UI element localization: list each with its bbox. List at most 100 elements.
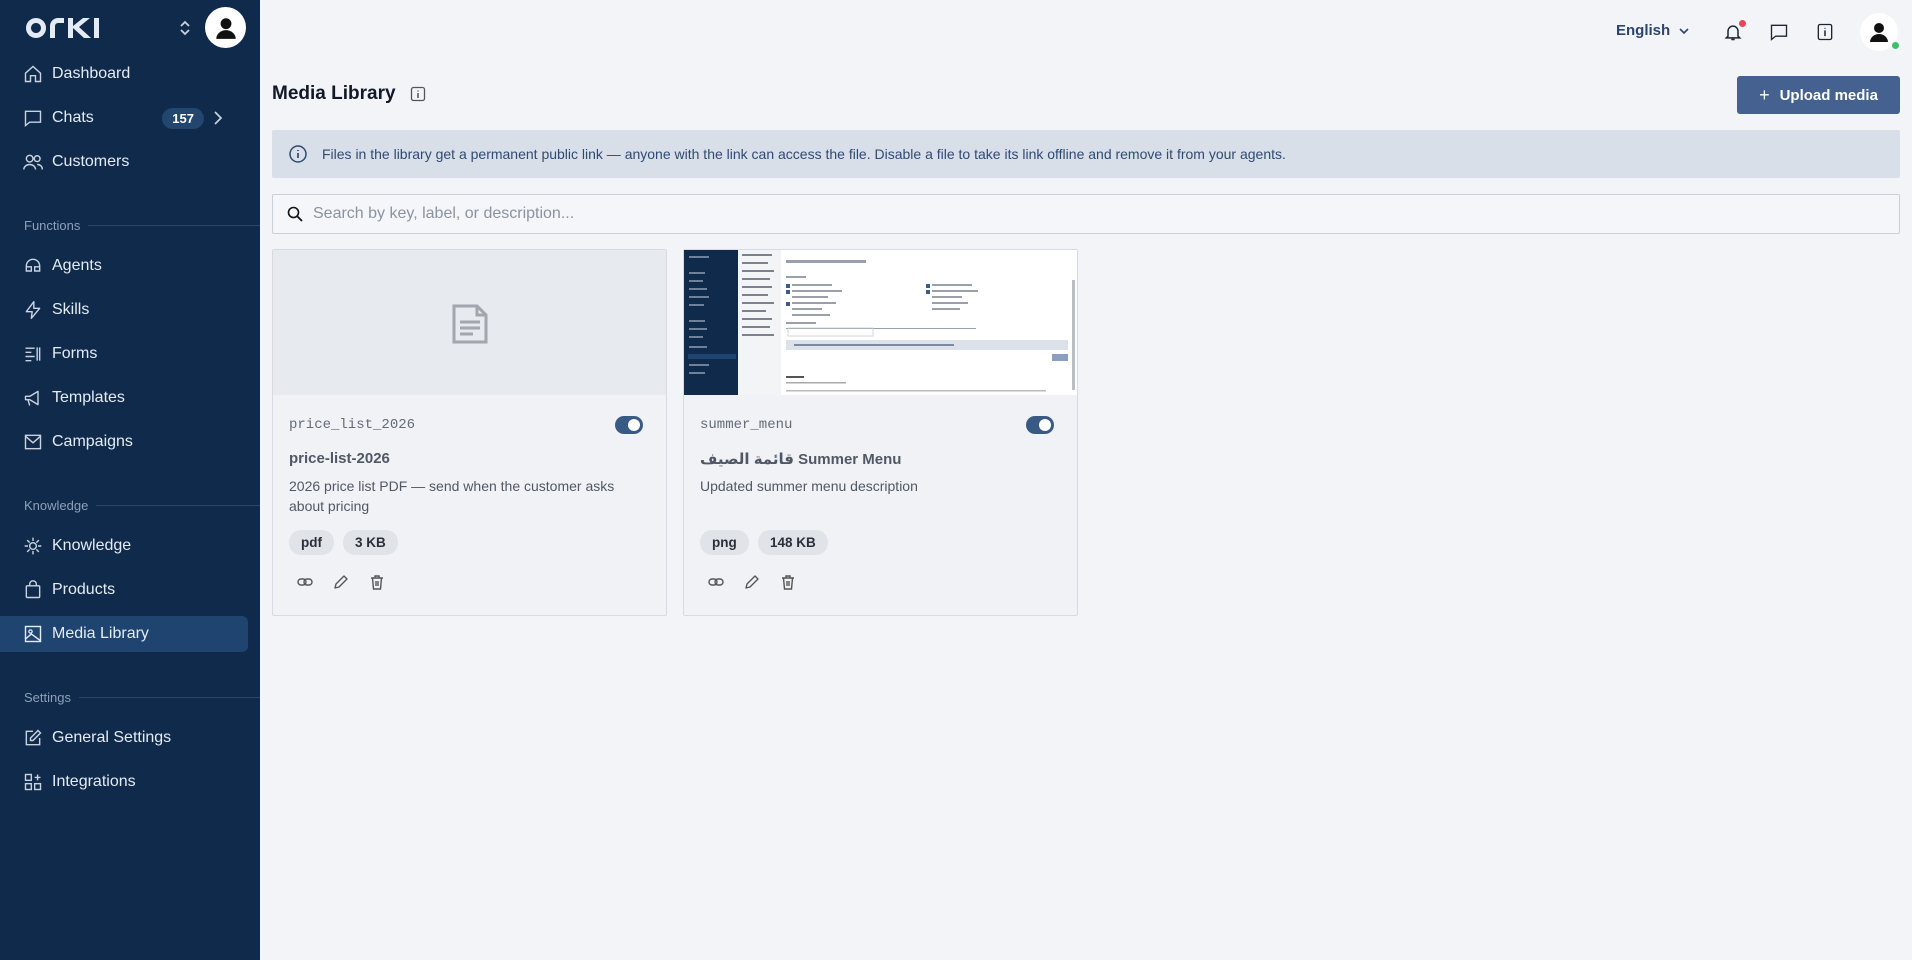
screenshot-thumbnail-image	[684, 250, 1077, 395]
copy-link-button[interactable]	[706, 572, 726, 592]
link-icon	[708, 578, 724, 586]
trash-icon	[371, 575, 383, 590]
orki-logo[interactable]	[24, 16, 122, 40]
messages-button[interactable]	[1767, 20, 1791, 44]
org-switcher-chevrons-icon[interactable]	[178, 18, 192, 38]
copy-link-button[interactable]	[295, 572, 315, 592]
agent-icon	[22, 255, 44, 277]
sidebar-item-label: Media Library	[52, 625, 149, 642]
media-description: 2026 price list PDF — send when the cust…	[289, 478, 615, 514]
sidebar-item-label: Products	[52, 581, 116, 598]
sidebar-item-dashboard[interactable]: Dashboard	[0, 56, 248, 92]
link-icon	[297, 578, 313, 586]
sidebar-item-label: Chats	[52, 109, 94, 126]
sidebar-item-products[interactable]: Products	[0, 572, 248, 608]
sidebar-item-label: Forms	[52, 345, 98, 362]
language-label: English	[1616, 22, 1671, 39]
home-icon	[22, 63, 44, 85]
media-card[interactable]: price_list_2026 price-list-2026 2026 pri…	[272, 249, 667, 616]
image-thumbnail	[684, 250, 1077, 395]
info-button[interactable]	[1813, 20, 1837, 44]
sidebar-item-label: Skills	[52, 301, 90, 318]
media-key: price_list_2026	[289, 417, 416, 433]
section-header-settings: Settings	[24, 689, 260, 705]
notifications-button[interactable]	[1721, 20, 1746, 44]
sidebar-item-label: Templates	[52, 389, 125, 406]
media-card[interactable]: summer_menu قائمة الصيف Summer Menu Upda…	[683, 249, 1078, 616]
grid-plus-icon	[22, 771, 44, 793]
section-header-knowledge: Knowledge	[24, 497, 260, 513]
upload-media-label: Upload media	[1779, 86, 1878, 104]
search-input[interactable]	[313, 205, 1873, 223]
chevron-right-icon[interactable]	[210, 110, 226, 126]
user-icon	[215, 17, 236, 39]
sidebar-item-media-library[interactable]: Media Library	[0, 616, 248, 652]
info-banner: Files in the library get a permanent pub…	[272, 130, 1900, 178]
sidebar-item-agents[interactable]: Agents	[0, 248, 248, 284]
sidebar-item-label: General Settings	[52, 729, 172, 746]
mail-chart-icon	[22, 431, 44, 453]
sidebar-item-integrations[interactable]: Integrations	[0, 764, 248, 800]
page-title: Media Library	[272, 83, 396, 104]
user-avatar[interactable]	[1860, 13, 1900, 51]
user-icon	[1870, 23, 1888, 42]
enable-toggle[interactable]	[1026, 416, 1054, 434]
sidebar-item-knowledge[interactable]: Knowledge	[0, 528, 248, 564]
chat-bubble-icon	[22, 107, 44, 129]
message-square-icon	[1770, 24, 1788, 41]
shopping-bag-icon	[22, 579, 44, 601]
upload-media-button[interactable]: + Upload media	[1737, 76, 1900, 114]
form-icon	[22, 343, 44, 365]
banner-text: Files in the library get a permanent pub…	[322, 146, 1286, 162]
file-size-badge: 148 KB	[758, 530, 828, 555]
search-icon	[287, 206, 303, 222]
delete-button[interactable]	[367, 572, 387, 592]
enable-toggle[interactable]	[615, 416, 643, 434]
online-status-dot	[1891, 41, 1900, 50]
sidebar: Dashboard Chats 157 Customers Functions …	[0, 0, 260, 960]
trash-icon	[782, 575, 794, 590]
chats-count-badge: 157	[162, 107, 204, 129]
pencil-icon	[334, 575, 348, 589]
info-square-icon	[1817, 23, 1833, 41]
workspace-avatar[interactable]	[205, 7, 246, 48]
section-label: Settings	[24, 689, 71, 705]
sidebar-item-label: Knowledge	[52, 537, 132, 554]
media-label: قائمة الصيف Summer Menu	[700, 451, 902, 468]
section-label: Functions	[24, 217, 81, 233]
sidebar-item-customers[interactable]: Customers	[0, 144, 248, 180]
plus-icon: +	[1759, 84, 1770, 105]
media-description: Updated summer menu description	[700, 478, 918, 494]
media-label: price-list-2026	[289, 450, 390, 467]
language-selector[interactable]: English	[1616, 22, 1690, 39]
sidebar-item-forms[interactable]: Forms	[0, 336, 248, 372]
info-circle-icon	[289, 145, 307, 163]
info-icon[interactable]	[410, 86, 426, 102]
file-size-badge: 3 KB	[343, 530, 398, 555]
search-bar[interactable]	[272, 194, 1900, 234]
notification-dot	[1739, 20, 1746, 27]
image-icon	[22, 623, 44, 645]
media-key: summer_menu	[700, 417, 793, 433]
chevron-down-icon	[1679, 27, 1689, 34]
sidebar-item-label: Integrations	[52, 773, 136, 790]
lightning-icon	[22, 299, 44, 321]
pencil-icon	[745, 575, 759, 589]
file-type-badge: pdf	[289, 530, 334, 555]
edit-square-icon	[22, 727, 44, 749]
sidebar-item-templates[interactable]: Templates	[0, 380, 248, 416]
sidebar-item-label: Campaigns	[52, 433, 133, 450]
file-type-badge: png	[700, 530, 749, 555]
sidebar-item-general-settings[interactable]: General Settings	[0, 720, 248, 756]
edit-button[interactable]	[331, 572, 351, 592]
sidebar-item-skills[interactable]: Skills	[0, 292, 248, 328]
users-icon	[22, 151, 44, 173]
megaphone-icon	[22, 387, 44, 409]
sidebar-item-label: Customers	[52, 153, 130, 170]
delete-button[interactable]	[778, 572, 798, 592]
document-icon	[452, 304, 488, 344]
edit-button[interactable]	[742, 572, 762, 592]
sidebar-item-chats[interactable]: Chats 157	[0, 100, 248, 136]
section-header-functions: Functions	[24, 217, 260, 233]
sidebar-item-campaigns[interactable]: Campaigns	[0, 424, 248, 460]
